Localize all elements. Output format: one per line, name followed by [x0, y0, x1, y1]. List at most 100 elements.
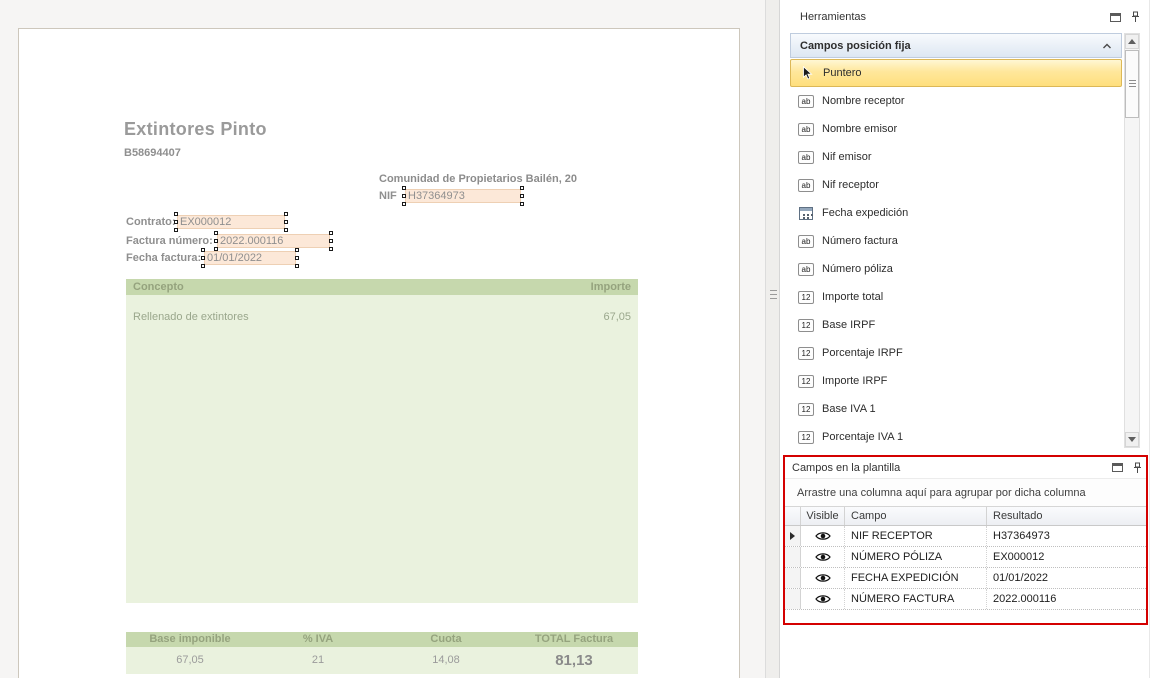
selection-handle[interactable] — [284, 212, 288, 216]
selection-handle[interactable] — [174, 212, 178, 216]
auto-hide-pin-icon[interactable] — [1133, 462, 1142, 474]
tool-item-label: Nif receptor — [822, 179, 879, 191]
summary-header-row: Base imponible % IVA Cuota TOTAL Factura — [126, 632, 638, 647]
selection-handle[interactable] — [402, 186, 406, 190]
selection-handle[interactable] — [214, 239, 218, 243]
selection-handle[interactable] — [201, 264, 205, 268]
table-row[interactable]: NÚMERO PÓLIZA EX000012 — [785, 547, 1146, 568]
resultado-cell[interactable]: EX000012 — [987, 547, 1146, 567]
selection-handle[interactable] — [520, 186, 524, 190]
tool-item-numero-poliza[interactable]: ab Número póliza — [790, 255, 1122, 283]
table-row[interactable]: NÚMERO FACTURA 2022.000116 — [785, 589, 1146, 610]
table-row[interactable]: NIF RECEPTOR H37364973 — [785, 526, 1146, 547]
invoice-company-name: Extintores Pinto — [124, 119, 267, 140]
tool-item-base-irpf[interactable]: 12 Base IRPF — [790, 311, 1122, 339]
selection-handle[interactable] — [329, 239, 333, 243]
campo-cell[interactable]: NÚMERO FACTURA — [845, 589, 987, 609]
selection-handle[interactable] — [174, 228, 178, 232]
scroll-down-arrow-icon[interactable] — [1125, 432, 1139, 447]
selection-handle[interactable] — [329, 247, 333, 251]
selection-handle[interactable] — [295, 248, 299, 252]
item-amount: 67,05 — [603, 311, 631, 323]
tools-scrollbar[interactable] — [1124, 33, 1140, 448]
template-field-fecha-expedicion[interactable]: 01/01/2022 — [204, 251, 296, 265]
float-window-icon[interactable] — [1112, 463, 1123, 472]
scroll-up-arrow-icon[interactable] — [1125, 34, 1139, 49]
visible-eye-icon[interactable] — [813, 592, 833, 607]
contract-label: Contrato: — [126, 216, 176, 228]
selection-handle[interactable] — [520, 194, 524, 198]
resultado-cell[interactable]: H37364973 — [987, 526, 1146, 546]
scrollbar-thumb[interactable] — [1125, 50, 1139, 118]
visible-eye-icon[interactable] — [813, 571, 833, 586]
tool-item-porcentaje-iva-1[interactable]: 12 Porcentaje IVA 1 — [790, 423, 1122, 451]
tool-item-base-iva-1[interactable]: 12 Base IVA 1 — [790, 395, 1122, 423]
visible-eye-icon[interactable] — [813, 529, 833, 544]
selection-handle[interactable] — [295, 264, 299, 268]
template-field-numero-factura[interactable]: 2022.000116 — [217, 234, 330, 248]
right-dock-zone: Herramientas Campos posición fija Punter… — [780, 0, 1154, 678]
tool-item-porcentaje-irpf[interactable]: 12 Porcentaje IRPF — [790, 339, 1122, 367]
items-table-body: Rellenado de extintores 67,05 — [126, 295, 638, 603]
visible-eye-icon[interactable] — [813, 550, 833, 565]
tool-item-puntero[interactable]: Puntero — [790, 59, 1122, 87]
tool-item-nif-receptor[interactable]: ab Nif receptor — [790, 171, 1122, 199]
tool-item-nif-emisor[interactable]: ab Nif emisor — [790, 143, 1122, 171]
selection-handle[interactable] — [402, 194, 406, 198]
template-field-nif-receptor[interactable]: H37364973 — [405, 189, 521, 203]
vertical-splitter[interactable] — [765, 0, 780, 678]
selection-handle[interactable] — [402, 202, 406, 206]
text-field-icon: ab — [797, 122, 815, 137]
column-header-visible[interactable]: Visible — [801, 507, 845, 525]
template-field-numero-poliza[interactable]: EX000012 — [177, 215, 285, 229]
tool-item-numero-factura[interactable]: ab Número factura — [790, 227, 1122, 255]
text-field-icon: ab — [797, 178, 815, 193]
tool-item-label: Nombre receptor — [822, 95, 905, 107]
group-by-hint: Arrastre una columna aquí para agrupar p… — [797, 487, 1086, 499]
campo-cell[interactable]: NÚMERO PÓLIZA — [845, 547, 987, 567]
tools-panel-caption: Herramientas — [786, 6, 1146, 28]
invoice-recipient-name: Comunidad de Propietarios Bailén, 20 — [379, 173, 577, 185]
numeric-field-icon: 12 — [797, 318, 815, 333]
selection-handle[interactable] — [284, 228, 288, 232]
row-indicator — [785, 547, 801, 567]
tool-item-importe-irpf[interactable]: 12 Importe IRPF — [790, 367, 1122, 395]
resultado-cell[interactable]: 01/01/2022 — [987, 568, 1146, 588]
selection-handle[interactable] — [329, 231, 333, 235]
tool-item-nombre-emisor[interactable]: ab Nombre emisor — [790, 115, 1122, 143]
tools-panel-title: Herramientas — [800, 11, 1110, 23]
summary-header-cuota: Cuota — [382, 632, 510, 647]
selection-handle[interactable] — [174, 220, 178, 224]
selection-handle[interactable] — [214, 231, 218, 235]
selection-handle[interactable] — [201, 256, 205, 260]
selection-handle[interactable] — [520, 202, 524, 206]
group-by-panel[interactable]: Arrastre una columna aquí para agrupar p… — [785, 478, 1146, 507]
tool-item-nombre-receptor[interactable]: ab Nombre receptor — [790, 87, 1122, 115]
numeric-field-icon: 12 — [797, 374, 815, 389]
row-indicator-header — [785, 507, 801, 525]
table-row[interactable]: FECHA EXPEDICIÓN 01/01/2022 — [785, 568, 1146, 589]
tools-group-header[interactable]: Campos posición fija — [790, 33, 1122, 58]
summary-table: Base imponible % IVA Cuota TOTAL Factura… — [126, 632, 638, 674]
float-window-icon[interactable] — [1110, 13, 1121, 22]
campo-cell[interactable]: FECHA EXPEDICIÓN — [845, 568, 987, 588]
resultado-cell[interactable]: 2022.000116 — [987, 589, 1146, 609]
tools-list: Puntero ab Nombre receptor ab Nombre emi… — [790, 59, 1122, 451]
invoice-number-label: Factura número: — [126, 235, 213, 247]
selection-handle[interactable] — [284, 220, 288, 224]
tool-item-label: Número póliza — [822, 263, 893, 275]
invoice-template-page[interactable]: Extintores Pinto B58694407 Comunidad de … — [18, 28, 740, 678]
tool-item-importe-total[interactable]: 12 Importe total — [790, 283, 1122, 311]
column-header-resultado[interactable]: Resultado — [987, 507, 1146, 525]
campo-cell[interactable]: NIF RECEPTOR — [845, 526, 987, 546]
selection-handle[interactable] — [295, 256, 299, 260]
tool-item-fecha-expedicion[interactable]: Fecha expedición — [790, 199, 1122, 227]
auto-hide-pin-icon[interactable] — [1131, 11, 1140, 23]
selection-handle[interactable] — [201, 248, 205, 252]
text-field-icon: ab — [797, 262, 815, 277]
collapse-chevron-icon[interactable] — [1100, 40, 1114, 53]
row-indicator — [785, 526, 801, 546]
fields-panel-caption: Campos en la plantilla — [785, 457, 1146, 478]
column-header-campo[interactable]: Campo — [845, 507, 987, 525]
document-canvas[interactable]: Extintores Pinto B58694407 Comunidad de … — [0, 0, 765, 678]
